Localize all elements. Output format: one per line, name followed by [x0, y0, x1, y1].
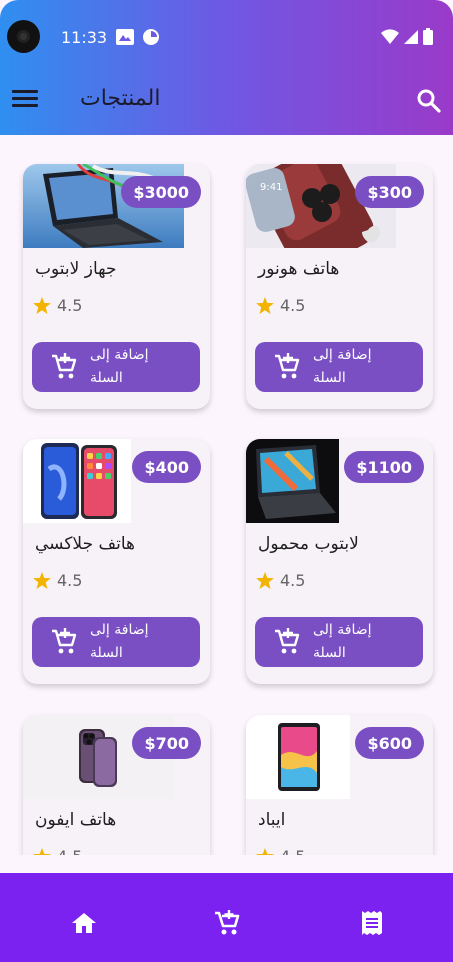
svg-text:9:41: 9:41	[260, 182, 282, 193]
add-label-line2: السلة	[313, 370, 346, 386]
product-name: لابتوب محمول	[258, 534, 359, 554]
search-icon[interactable]	[415, 87, 443, 115]
price-badge: $300	[355, 176, 424, 208]
receipt-icon[interactable]	[357, 908, 387, 938]
product-card[interactable]: $400 هاتف جلاكسي 4.5 إضافة إلى السلة	[23, 439, 210, 684]
status-bar: 11:33	[0, 18, 453, 58]
product-name: هاتف جلاكسي	[35, 534, 135, 554]
product-card[interactable]: $700 هاتف ايفون 4.5	[23, 715, 210, 855]
add-label-line2: السلة	[313, 645, 346, 661]
add-label-line1: إضافة إلى	[313, 347, 372, 363]
rating: 4.5	[33, 571, 82, 590]
page-title: المنتجات	[80, 86, 161, 111]
rating: 4.5	[33, 847, 82, 855]
add-cart-icon	[275, 353, 300, 379]
add-label-line1: إضافة إلى	[90, 347, 149, 363]
rating-value: 4.5	[57, 571, 83, 590]
product-image	[246, 715, 350, 799]
menu-icon	[12, 90, 38, 93]
price-badge: $3000	[121, 176, 201, 208]
star-icon	[256, 297, 274, 314]
status-icons	[381, 28, 433, 45]
price-badge: $600	[355, 727, 424, 759]
bottom-navigation	[0, 873, 453, 962]
price-badge: $400	[132, 451, 201, 483]
rating: 4.5	[33, 296, 82, 315]
product-image	[23, 439, 131, 523]
sync-icon	[143, 29, 159, 45]
status-time: 11:33	[61, 28, 108, 47]
add-cart-icon	[275, 628, 300, 654]
add-label-line1: إضافة إلى	[313, 622, 372, 638]
rating-value: 4.5	[280, 571, 306, 590]
add-label-line2: السلة	[90, 645, 123, 661]
product-grid: 9:41 $300 هاتف هونور 4.5 إضافة إلى السلة	[0, 135, 453, 855]
star-icon	[33, 297, 51, 314]
product-card[interactable]: $600 ايباد 4.5	[246, 715, 433, 855]
star-icon	[33, 572, 51, 589]
star-icon	[33, 848, 51, 855]
gallery-icon	[116, 29, 134, 45]
wifi-icon	[381, 28, 399, 44]
product-card[interactable]: $3000 جهاز لابتوب 4.5 إضافة إلى السلة	[23, 164, 210, 409]
rating: 4.5	[256, 296, 305, 315]
add-to-cart-button[interactable]: إضافة إلى السلة	[255, 617, 423, 667]
rating: 4.5	[256, 571, 305, 590]
add-to-cart-button[interactable]: إضافة إلى السلة	[32, 342, 200, 392]
top-app-bar: 11:33 المنتجات	[0, 0, 453, 135]
price-badge: $700	[132, 727, 201, 759]
cart-icon[interactable]	[212, 908, 242, 938]
add-cart-icon	[52, 628, 77, 654]
app-screen: 11:33 المنتجات 9:41 $300 هاتف هونور 4.5 …	[0, 0, 453, 962]
rating-value: 4.5	[57, 296, 83, 315]
product-image	[246, 439, 339, 523]
rating-value: 4.5	[57, 847, 82, 855]
rating: 4.5	[256, 847, 305, 855]
battery-icon	[423, 28, 433, 45]
star-icon	[256, 572, 274, 589]
menu-button[interactable]	[12, 90, 38, 112]
product-name: جهاز لابتوب	[35, 259, 117, 279]
home-icon[interactable]	[69, 908, 99, 938]
product-card[interactable]: 9:41 $300 هاتف هونور 4.5 إضافة إلى السلة	[246, 164, 433, 409]
rating-value: 4.5	[280, 847, 305, 855]
signal-icon	[404, 29, 418, 44]
price-badge: $1100	[344, 451, 424, 483]
add-to-cart-button[interactable]: إضافة إلى السلة	[32, 617, 200, 667]
camera-cutout	[7, 20, 40, 53]
rating-value: 4.5	[280, 296, 306, 315]
product-name: هاتف هونور	[258, 259, 340, 279]
product-name: هاتف ايفون	[35, 810, 117, 830]
add-cart-icon	[52, 353, 77, 379]
star-icon	[256, 848, 274, 855]
add-label-line2: السلة	[90, 370, 123, 386]
product-name: ايباد	[258, 810, 286, 830]
product-card[interactable]: $1100 لابتوب محمول 4.5 إضافة إلى السلة	[246, 439, 433, 684]
add-to-cart-button[interactable]: إضافة إلى السلة	[255, 342, 423, 392]
add-label-line1: إضافة إلى	[90, 622, 149, 638]
